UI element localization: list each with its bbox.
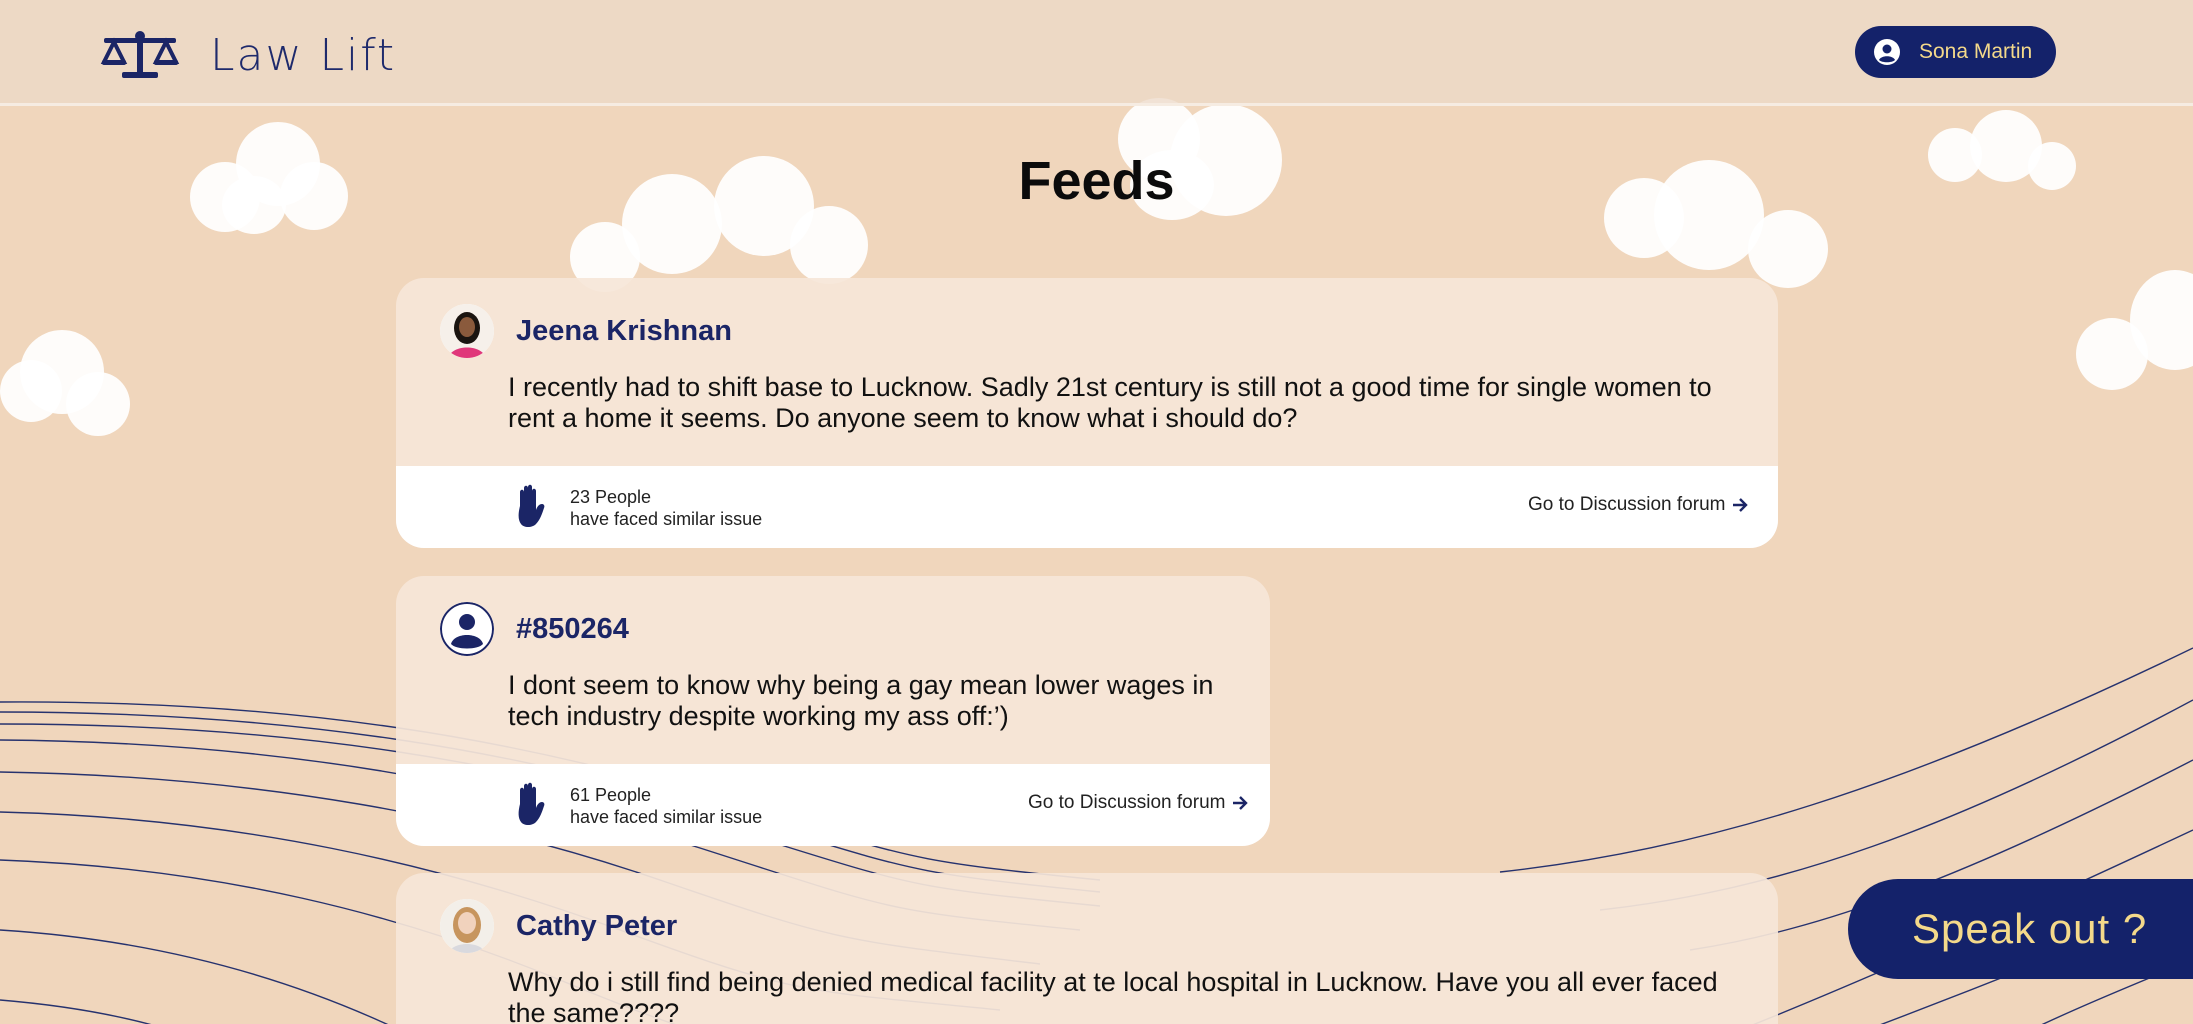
feed-card: #850264 I dont seem to know why being a …: [396, 576, 1270, 846]
post-author[interactable]: Jeena Krishnan: [516, 315, 732, 348]
discussion-forum-link[interactable]: Go to Discussion forum: [1028, 792, 1249, 814]
post-author[interactable]: Cathy Peter: [516, 910, 677, 943]
arrow-right-icon: [1733, 498, 1749, 512]
scales-icon: [100, 31, 180, 78]
avatar[interactable]: [440, 304, 494, 358]
feed-card: Jeena Krishnan I recently had to shift b…: [396, 278, 1778, 548]
similar-issue-count: 61 People have faced similar issue: [570, 784, 762, 828]
speak-out-button[interactable]: Speak out ?: [1848, 879, 2193, 979]
count-caption: have faced similar issue: [570, 807, 763, 827]
app-name: Law Lift: [210, 29, 397, 81]
post-text: I recently had to shift base to Lucknow.…: [508, 372, 1712, 433]
user-name: Sona Martin: [1919, 40, 2033, 63]
avatar-photo-icon: [440, 899, 494, 953]
similar-issue-count: 23 People have faced similar issue: [570, 486, 762, 530]
post-text: I dont seem to know why being a gay mean…: [508, 670, 1214, 731]
card-header: #850264: [440, 602, 629, 656]
card-header: Jeena Krishnan: [440, 304, 732, 358]
user-profile-button[interactable]: Sona Martin: [1855, 26, 2056, 78]
app-logo[interactable]: Law Lift: [100, 28, 396, 82]
card-header: Cathy Peter: [440, 899, 677, 953]
feed-card: Cathy Peter Why do i still find being de…: [396, 873, 1778, 1024]
avatar[interactable]: [440, 899, 494, 953]
discussion-forum-link[interactable]: Go to Discussion forum: [1528, 494, 1749, 516]
raised-hand-icon[interactable]: [512, 782, 546, 826]
forum-link-label: Go to Discussion forum: [1528, 494, 1726, 515]
raised-hand-icon[interactable]: [512, 484, 546, 528]
anonymous-user-icon: [440, 602, 494, 656]
user-circle-icon: [1874, 39, 1900, 65]
count-caption: have faced similar issue: [570, 509, 763, 529]
count-people: 23 People: [570, 487, 652, 507]
card-footer: 61 People have faced similar issue Go to…: [396, 764, 1270, 846]
count-people: 61 People: [570, 785, 652, 805]
post-author[interactable]: #850264: [516, 613, 629, 646]
card-footer: 23 People have faced similar issue Go to…: [396, 466, 1778, 548]
avatar[interactable]: [440, 602, 494, 656]
forum-link-label: Go to Discussion forum: [1028, 792, 1226, 813]
top-header: Law Lift Sona Martin: [0, 0, 2193, 106]
avatar-photo-icon: [440, 304, 494, 358]
arrow-right-icon: [1233, 796, 1249, 810]
page-title: Feeds: [1018, 151, 1175, 211]
post-text: Why do i still find being denied medical…: [508, 967, 1718, 1024]
